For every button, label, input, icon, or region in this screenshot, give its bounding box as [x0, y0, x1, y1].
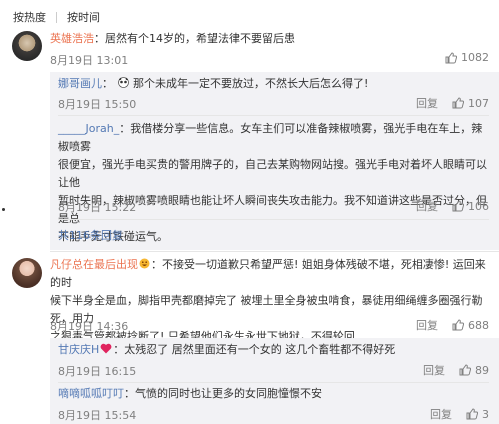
- reply-username[interactable]: 娜哥画儿: [58, 77, 102, 90]
- thumbs-up-icon: [452, 319, 464, 331]
- reply-body-line: 很便宜，强光手电买贵的警用牌子的，自己去某购物网站搜。强光手电对着坏人眼睛可以让…: [58, 158, 487, 189]
- reply-body: 气愤的同时也让更多的女同胞憧憬不安: [135, 387, 322, 400]
- reply-username[interactable]: 嘀嘀呱呱叮叮: [58, 387, 124, 400]
- comment-username[interactable]: 英雄浩浩: [50, 32, 94, 45]
- reply-button[interactable]: 回复: [416, 198, 438, 214]
- tab-hot[interactable]: 按热度: [13, 9, 46, 25]
- colon: ：: [102, 77, 113, 90]
- reply-text: 甘庆庆H ：太残忍了 居然里面还有一个女的 这几个畜牲都不得好死: [58, 341, 395, 359]
- reply-username[interactable]: 甘庆庆H: [58, 343, 99, 356]
- like-button[interactable]: 688: [452, 319, 489, 332]
- reply-time: 8月19日 15:50: [58, 98, 137, 111]
- like-count: 89: [475, 363, 489, 377]
- like-count: 688: [468, 318, 489, 332]
- comment-actions: 1082: [445, 51, 489, 64]
- like-button[interactable]: 89: [459, 364, 489, 377]
- thumbs-up-icon: [459, 364, 471, 376]
- reply-body: 那个未成年一定不要放过，不然长大后怎么得了!: [133, 77, 369, 90]
- divider: [58, 219, 489, 220]
- like-button[interactable]: 1082: [445, 51, 489, 64]
- like-count: 106: [468, 199, 489, 213]
- comment-username[interactable]: 凡仔总在最后出现: [50, 258, 138, 271]
- reply-body: 太残忍了 居然里面还有一个女的 这几个畜牲都不得好死: [124, 343, 396, 356]
- laughing-icon: [139, 258, 150, 269]
- comments-page: 按热度 按时间 英雄浩浩：居然有个14岁的，希望法律不要留后患 8月19日 13…: [0, 0, 499, 424]
- thumbs-up-icon: [452, 200, 464, 212]
- avatar[interactable]: [12, 258, 42, 288]
- reply-actions: 回复 107: [416, 95, 489, 111]
- divider: [50, 251, 499, 252]
- colon: ：: [119, 122, 131, 135]
- reply-button[interactable]: 回复: [416, 95, 438, 111]
- comment-text: 英雄浩浩：居然有个14岁的，希望法律不要留后患: [50, 30, 295, 48]
- reply-time: 8月19日 15:22: [58, 201, 137, 214]
- colon: ：: [113, 343, 125, 356]
- thumbs-up-icon: [445, 51, 457, 63]
- thumbs-up-icon: [452, 97, 464, 109]
- reply-button[interactable]: 回复: [423, 362, 445, 378]
- comment-actions: 回复 688: [416, 317, 489, 333]
- like-button[interactable]: 107: [452, 97, 489, 110]
- like-count: 107: [468, 96, 489, 110]
- thumbs-up-icon: [466, 408, 478, 420]
- panda-icon: [117, 77, 129, 88]
- avatar[interactable]: [12, 31, 42, 61]
- colon: ：: [124, 387, 135, 400]
- reply-actions: 回复 106: [416, 198, 489, 214]
- divider: [58, 382, 489, 383]
- like-count: 3: [482, 407, 489, 421]
- sort-tabs: 按热度 按时间: [13, 8, 100, 26]
- comment-body: 居然有个14岁的，希望法律不要留后患: [105, 32, 295, 45]
- reply-actions: 回复 3: [430, 406, 489, 422]
- reply-text: 嘀嘀呱呱叮叮：气愤的同时也让更多的女同胞憧憬不安: [58, 385, 322, 403]
- reply-actions: 回复 89: [423, 362, 489, 378]
- bullet-dot: [2, 208, 5, 211]
- colon: ：: [94, 32, 105, 45]
- like-count: 1082: [461, 51, 489, 64]
- tab-divider: [56, 11, 57, 23]
- comment-time: 8月19日 14:36: [50, 320, 129, 333]
- like-button[interactable]: 3: [466, 408, 489, 421]
- like-button[interactable]: 106: [452, 200, 489, 213]
- tab-time[interactable]: 按时间: [67, 9, 100, 25]
- comment-time: 8月19日 13:01: [50, 54, 129, 67]
- reply-time: 8月19日 15:54: [58, 409, 137, 422]
- reply-button[interactable]: 回复: [416, 317, 438, 333]
- reply-text: 娜哥画儿： 那个未成年一定不要放过，不然长大后怎么得了!: [58, 75, 368, 93]
- heart-icon: [100, 343, 112, 354]
- colon: ：: [151, 258, 162, 271]
- reply-time: 8月19日 16:15: [58, 365, 137, 378]
- divider: [58, 115, 489, 116]
- reply-button[interactable]: 回复: [430, 406, 452, 422]
- more-replies-link[interactable]: 共116条回复: [58, 227, 123, 243]
- reply-username[interactable]: _____Jorah_: [58, 122, 119, 135]
